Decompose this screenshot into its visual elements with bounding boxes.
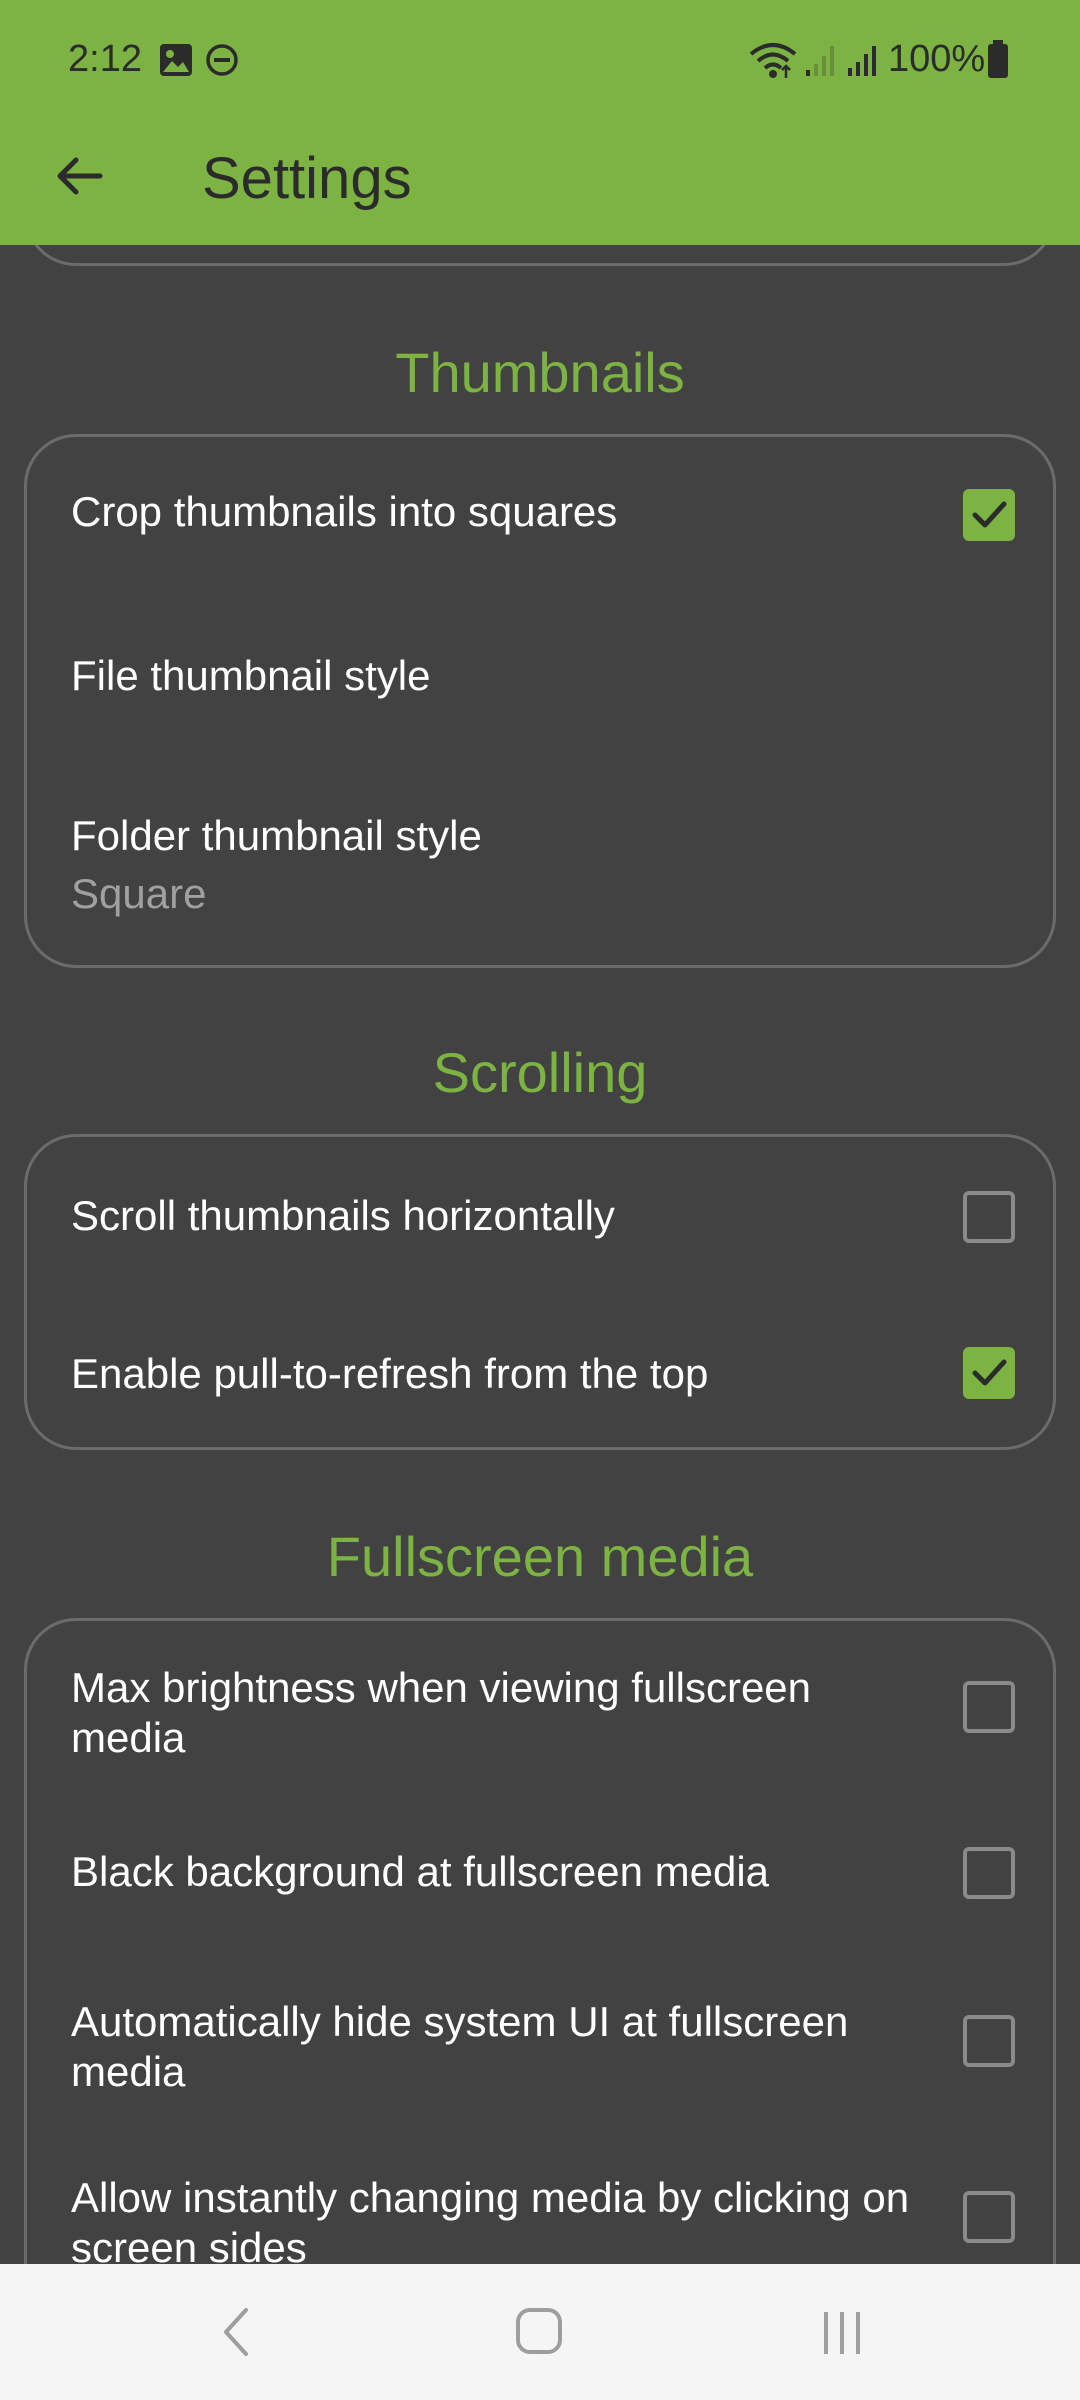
system-nav-bar bbox=[0, 2264, 1080, 2400]
signal-icon-2 bbox=[848, 46, 876, 76]
section-title-thumbnails: Thumbnails bbox=[395, 341, 685, 404]
status-bar: 2:12 100% bbox=[0, 0, 1080, 122]
battery-icon bbox=[988, 40, 1008, 78]
wifi-icon bbox=[749, 43, 797, 78]
pull-to-refresh-row[interactable]: Enable pull-to-refresh from the top bbox=[71, 1349, 1031, 1399]
file-thumbnail-style-row[interactable]: File thumbnail style bbox=[71, 651, 1031, 701]
check-icon bbox=[972, 1359, 1007, 1386]
pull-to-refresh-checkbox[interactable] bbox=[963, 1347, 1015, 1399]
section-title-scrolling: Scrolling bbox=[432, 1041, 648, 1104]
signal-icon bbox=[806, 46, 834, 76]
crop-thumbnails-checkbox[interactable] bbox=[963, 489, 1015, 541]
scroll-horizontally-row[interactable]: Scroll thumbnails horizontally bbox=[71, 1191, 1031, 1241]
check-icon bbox=[972, 501, 1007, 528]
change-media-sides-label: Allow instantly changing media by clicki… bbox=[71, 2174, 910, 2264]
hide-system-ui-label: Automatically hide system UI at fullscre… bbox=[71, 1998, 849, 2095]
nav-home-icon[interactable] bbox=[510, 2302, 570, 2362]
top-bar: 2:12 100% Settings bbox=[0, 0, 1080, 245]
folder-thumbnail-style-label: Folder thumbnail style bbox=[71, 812, 482, 859]
black-background-checkbox[interactable] bbox=[963, 1847, 1015, 1899]
max-brightness-label: Max brightness when viewing fullscreen m… bbox=[71, 1664, 812, 1761]
pull-to-refresh-label: Enable pull-to-refresh from the top bbox=[71, 1350, 709, 1397]
battery-percent: 100% bbox=[888, 38, 986, 80]
nav-recents-icon[interactable] bbox=[812, 2302, 872, 2362]
back-arrow-icon[interactable] bbox=[50, 146, 110, 206]
change-media-sides-row[interactable]: Allow instantly changing media by clicki… bbox=[71, 2173, 911, 2264]
scroll-horizontally-checkbox[interactable] bbox=[963, 1191, 1015, 1243]
app-bar: Settings bbox=[0, 122, 1080, 245]
settings-screen: Thumbnails Crop thumbnails into squares … bbox=[0, 0, 1080, 2400]
scrolling-card: Scroll thumbnails horizontally Enable pu… bbox=[24, 1134, 1056, 1450]
folder-thumbnail-style-row[interactable]: Folder thumbnail style Square bbox=[71, 811, 1031, 919]
black-background-label: Black background at fullscreen media bbox=[71, 1848, 770, 1895]
settings-list[interactable]: Thumbnails Crop thumbnails into squares … bbox=[0, 0, 1080, 2264]
max-brightness-checkbox[interactable] bbox=[963, 1681, 1015, 1733]
hide-system-ui-checkbox[interactable] bbox=[963, 2015, 1015, 2067]
max-brightness-row[interactable]: Max brightness when viewing fullscreen m… bbox=[71, 1663, 911, 1763]
crop-thumbnails-row[interactable]: Crop thumbnails into squares bbox=[71, 487, 1031, 537]
scroll-horizontally-label: Scroll thumbnails horizontally bbox=[71, 1192, 615, 1239]
status-time: 2:12 bbox=[68, 38, 142, 80]
file-thumbnail-style-label: File thumbnail style bbox=[71, 652, 431, 699]
folder-thumbnail-style-value: Square bbox=[71, 870, 207, 917]
black-background-row[interactable]: Black background at fullscreen media bbox=[71, 1847, 911, 1897]
crop-thumbnails-label: Crop thumbnails into squares bbox=[71, 488, 618, 535]
page-title: Settings bbox=[202, 146, 412, 211]
image-icon bbox=[160, 44, 192, 76]
hide-system-ui-row[interactable]: Automatically hide system UI at fullscre… bbox=[71, 1997, 911, 2097]
nav-back-icon[interactable] bbox=[212, 2302, 262, 2362]
fullscreen-media-card: Max brightness when viewing fullscreen m… bbox=[24, 1618, 1056, 2264]
thumbnails-card: Crop thumbnails into squares File thumbn… bbox=[24, 434, 1056, 968]
dnd-icon bbox=[206, 44, 238, 76]
section-title-fullscreen-media: Fullscreen media bbox=[326, 1525, 754, 1588]
change-media-sides-checkbox[interactable] bbox=[963, 2191, 1015, 2243]
